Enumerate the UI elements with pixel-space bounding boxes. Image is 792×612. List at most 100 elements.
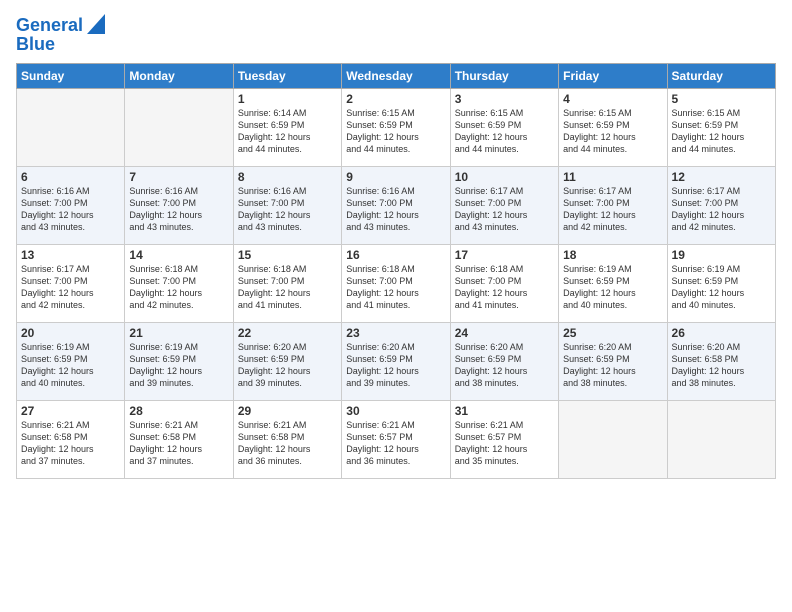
week-row-4: 27Sunrise: 6:21 AM Sunset: 6:58 PM Dayli… [17, 400, 776, 478]
day-detail: Sunrise: 6:18 AM Sunset: 7:00 PM Dayligh… [455, 263, 554, 312]
week-row-0: 1Sunrise: 6:14 AM Sunset: 6:59 PM Daylig… [17, 88, 776, 166]
calendar-cell: 21Sunrise: 6:19 AM Sunset: 6:59 PM Dayli… [125, 322, 233, 400]
calendar-cell: 8Sunrise: 6:16 AM Sunset: 7:00 PM Daylig… [233, 166, 341, 244]
day-number: 9 [346, 170, 445, 184]
day-detail: Sunrise: 6:18 AM Sunset: 7:00 PM Dayligh… [238, 263, 337, 312]
week-row-1: 6Sunrise: 6:16 AM Sunset: 7:00 PM Daylig… [17, 166, 776, 244]
day-number: 16 [346, 248, 445, 262]
week-row-3: 20Sunrise: 6:19 AM Sunset: 6:59 PM Dayli… [17, 322, 776, 400]
calendar-cell: 22Sunrise: 6:20 AM Sunset: 6:59 PM Dayli… [233, 322, 341, 400]
day-number: 4 [563, 92, 662, 106]
day-detail: Sunrise: 6:20 AM Sunset: 6:59 PM Dayligh… [563, 341, 662, 390]
day-number: 10 [455, 170, 554, 184]
calendar-cell: 26Sunrise: 6:20 AM Sunset: 6:58 PM Dayli… [667, 322, 775, 400]
day-detail: Sunrise: 6:21 AM Sunset: 6:57 PM Dayligh… [455, 419, 554, 468]
day-number: 15 [238, 248, 337, 262]
calendar-cell: 27Sunrise: 6:21 AM Sunset: 6:58 PM Dayli… [17, 400, 125, 478]
calendar-cell: 28Sunrise: 6:21 AM Sunset: 6:58 PM Dayli… [125, 400, 233, 478]
day-number: 31 [455, 404, 554, 418]
header-monday: Monday [125, 63, 233, 88]
logo-blue-text: Blue [16, 35, 55, 55]
day-number: 1 [238, 92, 337, 106]
day-detail: Sunrise: 6:14 AM Sunset: 6:59 PM Dayligh… [238, 107, 337, 156]
day-number: 6 [21, 170, 120, 184]
header: General Blue [16, 12, 776, 55]
day-detail: Sunrise: 6:16 AM Sunset: 7:00 PM Dayligh… [238, 185, 337, 234]
day-detail: Sunrise: 6:21 AM Sunset: 6:58 PM Dayligh… [129, 419, 228, 468]
calendar-cell: 9Sunrise: 6:16 AM Sunset: 7:00 PM Daylig… [342, 166, 450, 244]
day-detail: Sunrise: 6:19 AM Sunset: 6:59 PM Dayligh… [563, 263, 662, 312]
calendar-cell: 6Sunrise: 6:16 AM Sunset: 7:00 PM Daylig… [17, 166, 125, 244]
calendar-cell: 2Sunrise: 6:15 AM Sunset: 6:59 PM Daylig… [342, 88, 450, 166]
calendar-cell: 17Sunrise: 6:18 AM Sunset: 7:00 PM Dayli… [450, 244, 558, 322]
day-detail: Sunrise: 6:17 AM Sunset: 7:00 PM Dayligh… [672, 185, 771, 234]
day-number: 2 [346, 92, 445, 106]
calendar-cell: 30Sunrise: 6:21 AM Sunset: 6:57 PM Dayli… [342, 400, 450, 478]
day-detail: Sunrise: 6:17 AM Sunset: 7:00 PM Dayligh… [455, 185, 554, 234]
logo-text: General [16, 16, 83, 36]
day-number: 3 [455, 92, 554, 106]
header-wednesday: Wednesday [342, 63, 450, 88]
day-detail: Sunrise: 6:21 AM Sunset: 6:58 PM Dayligh… [21, 419, 120, 468]
calendar-cell: 5Sunrise: 6:15 AM Sunset: 6:59 PM Daylig… [667, 88, 775, 166]
day-number: 20 [21, 326, 120, 340]
calendar-cell [125, 88, 233, 166]
day-number: 26 [672, 326, 771, 340]
calendar-cell: 19Sunrise: 6:19 AM Sunset: 6:59 PM Dayli… [667, 244, 775, 322]
day-number: 5 [672, 92, 771, 106]
week-row-2: 13Sunrise: 6:17 AM Sunset: 7:00 PM Dayli… [17, 244, 776, 322]
calendar-cell: 25Sunrise: 6:20 AM Sunset: 6:59 PM Dayli… [559, 322, 667, 400]
day-detail: Sunrise: 6:20 AM Sunset: 6:59 PM Dayligh… [455, 341, 554, 390]
day-detail: Sunrise: 6:21 AM Sunset: 6:57 PM Dayligh… [346, 419, 445, 468]
day-detail: Sunrise: 6:19 AM Sunset: 6:59 PM Dayligh… [129, 341, 228, 390]
calendar-cell: 10Sunrise: 6:17 AM Sunset: 7:00 PM Dayli… [450, 166, 558, 244]
calendar-cell: 7Sunrise: 6:16 AM Sunset: 7:00 PM Daylig… [125, 166, 233, 244]
day-number: 22 [238, 326, 337, 340]
calendar-cell: 23Sunrise: 6:20 AM Sunset: 6:59 PM Dayli… [342, 322, 450, 400]
day-detail: Sunrise: 6:19 AM Sunset: 6:59 PM Dayligh… [21, 341, 120, 390]
calendar-cell: 15Sunrise: 6:18 AM Sunset: 7:00 PM Dayli… [233, 244, 341, 322]
day-detail: Sunrise: 6:15 AM Sunset: 6:59 PM Dayligh… [563, 107, 662, 156]
day-detail: Sunrise: 6:20 AM Sunset: 6:59 PM Dayligh… [346, 341, 445, 390]
day-number: 21 [129, 326, 228, 340]
day-number: 12 [672, 170, 771, 184]
calendar-cell: 20Sunrise: 6:19 AM Sunset: 6:59 PM Dayli… [17, 322, 125, 400]
calendar-cell: 14Sunrise: 6:18 AM Sunset: 7:00 PM Dayli… [125, 244, 233, 322]
day-detail: Sunrise: 6:21 AM Sunset: 6:58 PM Dayligh… [238, 419, 337, 468]
header-thursday: Thursday [450, 63, 558, 88]
day-detail: Sunrise: 6:15 AM Sunset: 6:59 PM Dayligh… [455, 107, 554, 156]
header-sunday: Sunday [17, 63, 125, 88]
day-number: 30 [346, 404, 445, 418]
calendar-cell: 3Sunrise: 6:15 AM Sunset: 6:59 PM Daylig… [450, 88, 558, 166]
calendar-table: SundayMondayTuesdayWednesdayThursdayFrid… [16, 63, 776, 479]
calendar-cell: 1Sunrise: 6:14 AM Sunset: 6:59 PM Daylig… [233, 88, 341, 166]
day-number: 18 [563, 248, 662, 262]
calendar-cell: 13Sunrise: 6:17 AM Sunset: 7:00 PM Dayli… [17, 244, 125, 322]
day-detail: Sunrise: 6:20 AM Sunset: 6:58 PM Dayligh… [672, 341, 771, 390]
day-detail: Sunrise: 6:15 AM Sunset: 6:59 PM Dayligh… [346, 107, 445, 156]
day-detail: Sunrise: 6:17 AM Sunset: 7:00 PM Dayligh… [21, 263, 120, 312]
calendar-cell [667, 400, 775, 478]
day-detail: Sunrise: 6:16 AM Sunset: 7:00 PM Dayligh… [21, 185, 120, 234]
day-detail: Sunrise: 6:19 AM Sunset: 6:59 PM Dayligh… [672, 263, 771, 312]
calendar-cell [559, 400, 667, 478]
day-detail: Sunrise: 6:18 AM Sunset: 7:00 PM Dayligh… [129, 263, 228, 312]
header-saturday: Saturday [667, 63, 775, 88]
header-friday: Friday [559, 63, 667, 88]
header-row: SundayMondayTuesdayWednesdayThursdayFrid… [17, 63, 776, 88]
calendar-cell: 31Sunrise: 6:21 AM Sunset: 6:57 PM Dayli… [450, 400, 558, 478]
header-tuesday: Tuesday [233, 63, 341, 88]
logo: General Blue [16, 12, 105, 55]
calendar-cell: 4Sunrise: 6:15 AM Sunset: 6:59 PM Daylig… [559, 88, 667, 166]
day-detail: Sunrise: 6:16 AM Sunset: 7:00 PM Dayligh… [346, 185, 445, 234]
calendar-cell: 16Sunrise: 6:18 AM Sunset: 7:00 PM Dayli… [342, 244, 450, 322]
calendar-cell: 29Sunrise: 6:21 AM Sunset: 6:58 PM Dayli… [233, 400, 341, 478]
calendar-cell: 18Sunrise: 6:19 AM Sunset: 6:59 PM Dayli… [559, 244, 667, 322]
day-number: 29 [238, 404, 337, 418]
day-number: 7 [129, 170, 228, 184]
day-number: 14 [129, 248, 228, 262]
day-number: 25 [563, 326, 662, 340]
day-detail: Sunrise: 6:18 AM Sunset: 7:00 PM Dayligh… [346, 263, 445, 312]
day-number: 24 [455, 326, 554, 340]
day-number: 8 [238, 170, 337, 184]
